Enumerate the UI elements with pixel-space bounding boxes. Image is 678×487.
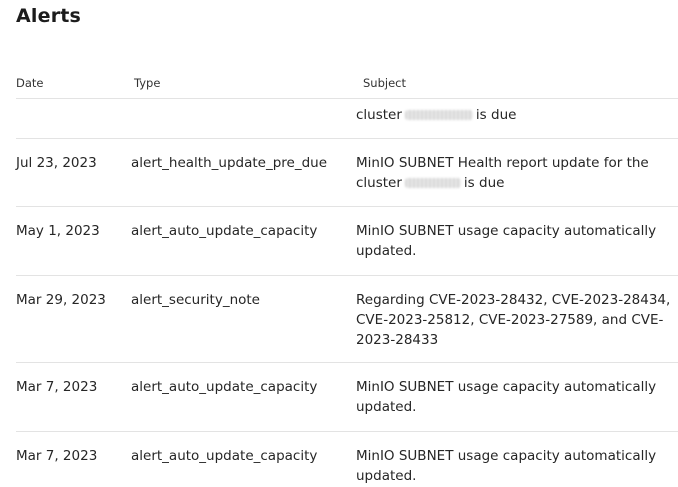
alert-type: alert_auto_update_capacity bbox=[131, 448, 318, 464]
alert-subject: MinIO SUBNET usage capacity automaticall… bbox=[356, 223, 657, 259]
alert-subject-text: is due bbox=[463, 175, 505, 191]
table-row[interactable]: Mar 7, 2023 alert_auto_update_capacity M… bbox=[16, 432, 678, 487]
alert-type: alert_auto_update_capacity bbox=[131, 223, 318, 239]
alert-subject: cluster is due bbox=[356, 105, 678, 125]
column-header-subject[interactable]: Subject bbox=[363, 76, 406, 90]
table-row[interactable]: Jul 23, 2023 alert_health_update_pre_due… bbox=[16, 139, 678, 207]
table-row[interactable]: May 1, 2023 alert_auto_update_capacity M… bbox=[16, 207, 678, 276]
redacted-cluster-name bbox=[404, 110, 473, 120]
redacted-cluster-name bbox=[404, 178, 461, 188]
alert-type: alert_security_note bbox=[131, 292, 260, 308]
alert-subject: Regarding CVE-2023-28432, CVE-2023-28434… bbox=[356, 292, 671, 348]
table-row[interactable]: Mar 29, 2023 alert_security_note Regardi… bbox=[16, 276, 678, 363]
alert-type: alert_auto_update_capacity bbox=[131, 379, 318, 395]
alerts-table-header: Date Type Subject bbox=[16, 76, 678, 99]
alert-date: May 1, 2023 bbox=[16, 223, 100, 239]
alert-date: Jul 23, 2023 bbox=[16, 155, 97, 171]
alert-type: alert_health_update_pre_due bbox=[131, 155, 328, 171]
page-title: Alerts bbox=[16, 5, 82, 27]
alert-subject-text: is due bbox=[475, 107, 517, 123]
alert-date: Mar 29, 2023 bbox=[16, 292, 106, 308]
alert-subject: MinIO SUBNET usage capacity automaticall… bbox=[356, 448, 657, 484]
alerts-table-body: cluster is due Jul 23, 2023 alert_health_… bbox=[16, 99, 678, 487]
alert-subject: MinIO SUBNET usage capacity automaticall… bbox=[356, 379, 657, 415]
table-row[interactable]: Mar 7, 2023 alert_auto_update_capacity M… bbox=[16, 363, 678, 432]
alert-subject-text: cluster bbox=[356, 107, 402, 123]
column-header-date[interactable]: Date bbox=[16, 76, 44, 90]
alert-date: Mar 7, 2023 bbox=[16, 448, 98, 464]
column-header-type[interactable]: Type bbox=[134, 76, 160, 90]
table-row[interactable]: cluster is due bbox=[16, 99, 678, 139]
alert-subject: MinIO SUBNET Health report update for th… bbox=[356, 153, 678, 193]
alert-date: Mar 7, 2023 bbox=[16, 379, 98, 395]
